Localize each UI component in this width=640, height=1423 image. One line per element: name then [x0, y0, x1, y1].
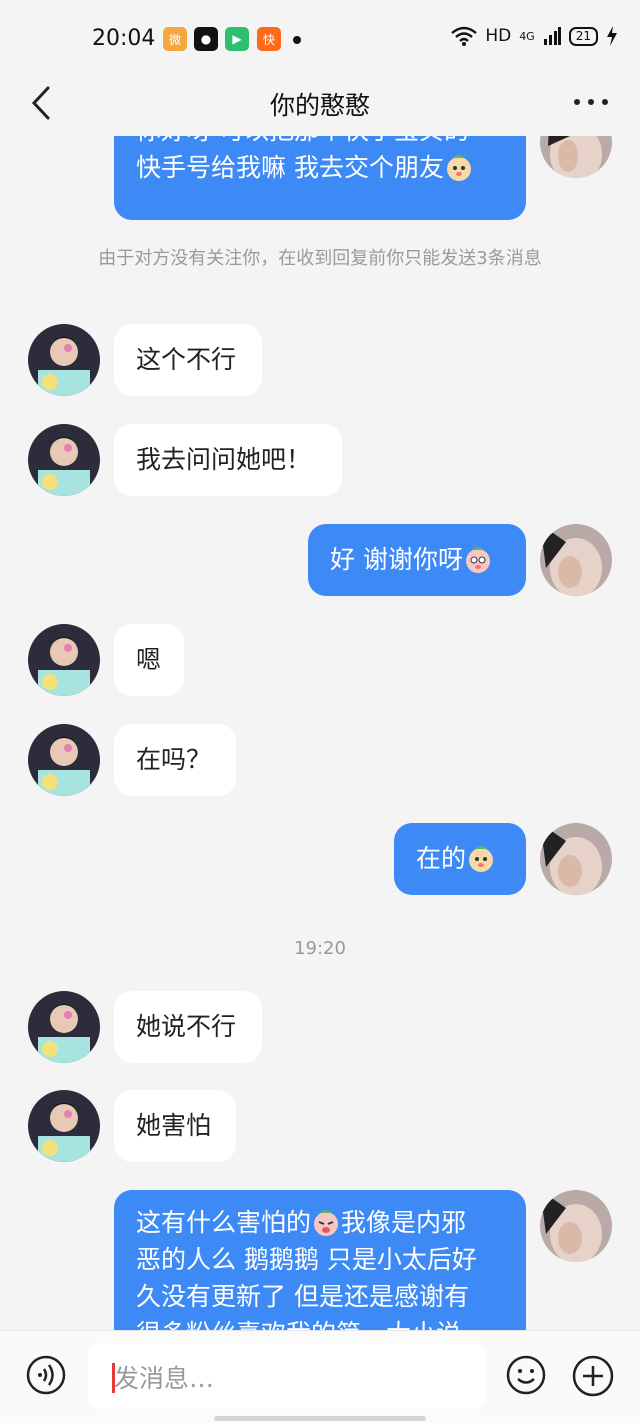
conversation-title: 你的憨憨 — [269, 91, 370, 120]
weibo-icon: 微 — [163, 27, 187, 51]
contact-avatar[interactable] — [28, 424, 100, 496]
contact-avatar[interactable] — [28, 991, 100, 1063]
incoming-message-bubble[interactable]: 嗯 — [114, 624, 184, 696]
my-avatar[interactable] — [540, 524, 612, 596]
my-avatar[interactable] — [540, 136, 612, 178]
emoji-icon — [446, 155, 471, 181]
network-type: HD — [485, 26, 512, 46]
outgoing-message-bubble[interactable]: 好 谢谢你呀 — [308, 524, 526, 596]
outgoing-message-bubble[interactable]: 你好呀 可以把那个快手宝贝的 快手号给我嘛 我去交个朋友 — [114, 136, 526, 220]
message-text: 很多粉丝喜欢我的简…大小说 — [136, 1315, 504, 1330]
message-text: 我去问问她吧！ — [136, 445, 312, 474]
message-input-placeholder: 发消息… — [114, 1364, 215, 1393]
message-text: 嗯 — [136, 645, 162, 674]
video-app-icon: ▶ — [225, 27, 249, 51]
outgoing-message-bubble[interactable]: 这有什么害怕的 我像是内邪 恶的人么 鹅鹅鹅 只是小太后好 久没有更新了 但是还是… — [114, 1190, 526, 1330]
message-text: 你好呀 可以把那个快手宝贝的 — [136, 136, 504, 149]
voice-input-icon[interactable] — [26, 1355, 66, 1395]
contact-avatar[interactable] — [28, 324, 100, 396]
status-bar: 20:04 微 ● ▶ 快 HD 4G 21 — [0, 0, 640, 80]
contact-avatar[interactable] — [28, 1090, 100, 1162]
incoming-message-bubble[interactable]: 我去问问她吧！ — [114, 424, 342, 496]
message-text: 快手号给我嘛 我去交个朋友 — [136, 153, 444, 182]
message-text: 在的 — [416, 844, 467, 873]
my-avatar[interactable] — [540, 1190, 612, 1262]
message-timestamp: 19:20 — [294, 938, 346, 959]
signal-icon — [543, 27, 561, 45]
incoming-message-bubble[interactable]: 这个不行 — [114, 324, 262, 396]
status-time: 20:04 — [92, 26, 156, 51]
emoji-picker-icon[interactable] — [506, 1355, 546, 1395]
more-actions-plus-icon[interactable] — [572, 1355, 614, 1397]
battery-level: 21 — [568, 26, 598, 46]
message-text: 在吗？ — [136, 745, 212, 774]
incoming-message-bubble[interactable]: 她说不行 — [114, 991, 262, 1063]
message-text: 久没有更新了 但是还是感谢有 — [136, 1282, 469, 1311]
outgoing-message-bubble[interactable]: 在的 — [394, 823, 526, 895]
contact-avatar[interactable] — [28, 624, 100, 696]
my-avatar[interactable] — [540, 823, 612, 895]
message-input[interactable]: 发消息… — [88, 1343, 486, 1409]
message-text: 她说不行 — [136, 1012, 237, 1041]
app-icon: ● — [194, 27, 218, 51]
emoji-icon — [469, 846, 494, 872]
message-text: 好 谢谢你呀 — [330, 545, 463, 574]
message-text: 恶的人么 鹅鹅鹅 只是小太后好 — [136, 1245, 477, 1274]
emoji-icon — [314, 1210, 339, 1236]
contact-avatar[interactable] — [28, 724, 100, 796]
message-text: 这个不行 — [136, 345, 237, 374]
signal-type: 4G — [519, 29, 535, 43]
kuaishou-icon: 快 — [257, 27, 281, 51]
more-options-icon[interactable] — [572, 86, 610, 118]
message-input-bar: 发消息… — [0, 1330, 640, 1423]
message-list[interactable]: 你好呀 可以把那个快手宝贝的 快手号给我嘛 我去交个朋友 由于对方没有关注你，在… — [0, 136, 640, 1330]
home-indicator — [214, 1416, 426, 1421]
charging-icon — [607, 26, 617, 46]
chat-header: 你的憨憨 — [0, 70, 640, 136]
message-text: 我像是内邪 — [341, 1208, 467, 1237]
emoji-icon — [465, 547, 490, 573]
notification-dot-icon — [293, 36, 301, 44]
incoming-message-bubble[interactable]: 她害怕 — [114, 1090, 236, 1162]
message-text: 她害怕 — [136, 1111, 212, 1140]
wifi-icon — [451, 26, 478, 46]
follow-restriction-notice: 由于对方没有关注你，在收到回复前你只能发送3条消息 — [98, 248, 542, 269]
incoming-message-bubble[interactable]: 在吗？ — [114, 724, 236, 796]
message-text: 这有什么害怕的 — [136, 1208, 312, 1237]
